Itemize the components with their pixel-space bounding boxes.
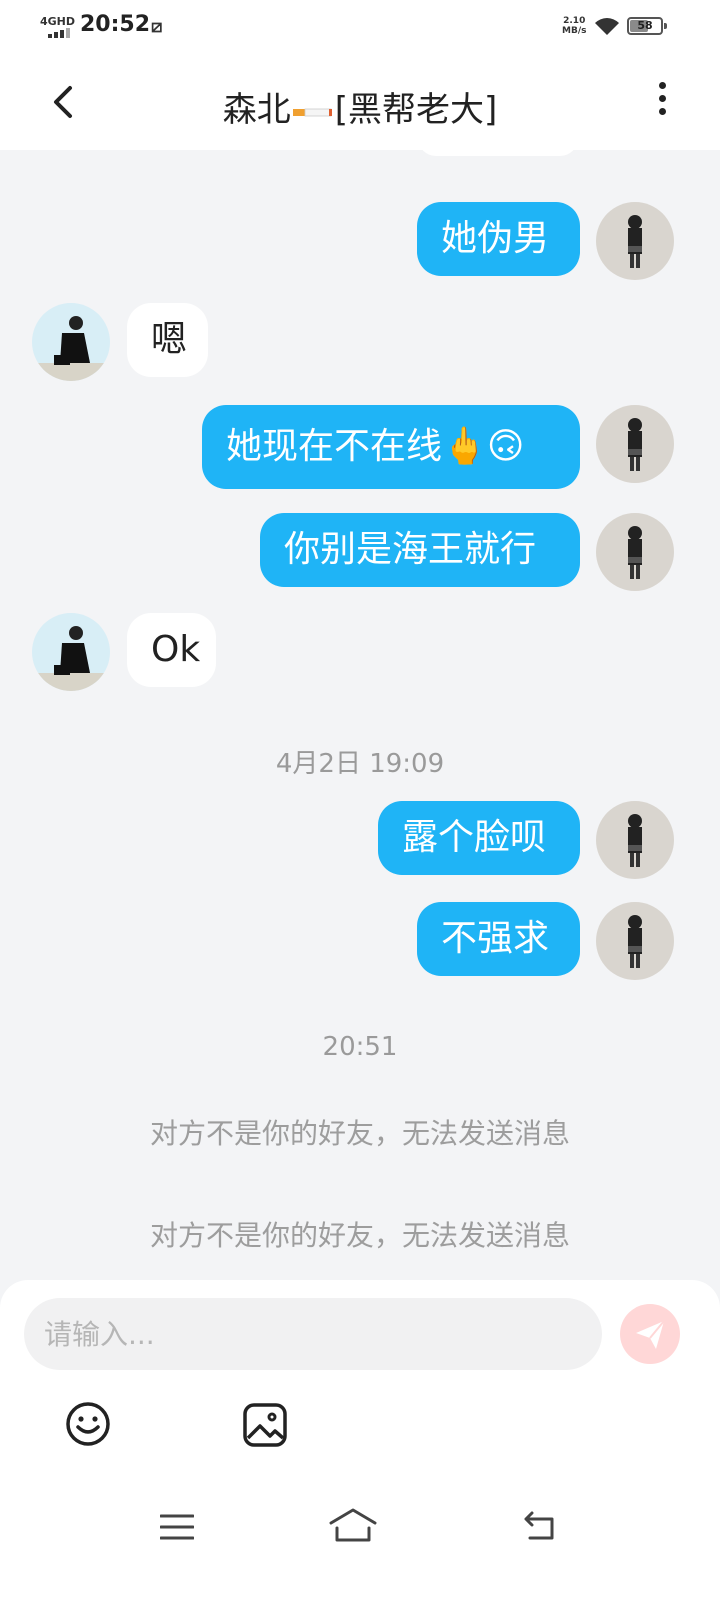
send-button[interactable] (620, 1304, 680, 1364)
send-icon (636, 1320, 665, 1349)
chat-header: 森北 [黑帮老大] (0, 56, 720, 150)
avatar-figure-icon (628, 418, 642, 471)
avatar-contact[interactable] (32, 613, 110, 691)
avatar-figure-icon (628, 814, 642, 867)
message-bubble-sent[interactable]: 你别是海王就行 (260, 513, 580, 587)
avatar-me[interactable] (596, 202, 674, 280)
avatar-me[interactable] (596, 513, 674, 591)
message-bubble-sent[interactable]: 不强求 (417, 902, 580, 976)
signal-bars-icon (48, 28, 70, 38)
image-icon[interactable] (242, 1402, 288, 1448)
avatar-me[interactable] (596, 405, 674, 483)
cigarette-icon (292, 108, 332, 116)
avatar-figure-icon (32, 626, 110, 691)
message-bubble-sent[interactable]: 她伪男 (417, 202, 580, 276)
message-bubble-sent[interactable]: 她现在不在线🖕🙃 (202, 405, 580, 489)
avatar-figure-icon (628, 215, 642, 268)
clock: 20:52 (80, 12, 151, 37)
system-notice: 对方不是你的好友，无法发送消息 (149, 1219, 570, 1252)
speed-value: 2.10 (563, 16, 586, 26)
message-bubble-sent[interactable]: 露个脸呗 (378, 801, 580, 875)
message-bubble-received[interactable]: 嗯 (127, 303, 208, 377)
emoji-icon[interactable] (64, 1400, 112, 1448)
avatar-me[interactable] (596, 801, 674, 879)
chat-title-tag: [黑帮老大] (334, 90, 498, 130)
more-vertical-icon[interactable] (652, 82, 672, 124)
wifi-icon (595, 18, 619, 35)
nav-back-icon[interactable] (520, 1510, 558, 1542)
avatar-contact[interactable] (32, 303, 110, 381)
nav-home-icon[interactable] (328, 1506, 378, 1544)
message-timestamp: 4月2日 19:09 (275, 749, 445, 779)
avatar-figure-icon (628, 915, 642, 968)
battery-icon: 58 (627, 17, 667, 35)
network-type: 4GHD (40, 15, 76, 28)
message-timestamp: 20:51 (322, 1032, 398, 1062)
speed-unit: MB/s (562, 26, 587, 36)
nav-menu-icon[interactable] (160, 1512, 194, 1542)
system-nav-bar (0, 1490, 720, 1570)
avatar-figure-icon (628, 526, 642, 579)
chat-title: 森北 [黑帮老大] (0, 82, 720, 131)
avatar-me[interactable] (596, 902, 674, 980)
chat-title-name: 森北 (222, 90, 291, 130)
message-bubble-received[interactable]: Ok (127, 613, 216, 687)
message-input[interactable] (24, 1298, 602, 1370)
avatar-figure-icon (32, 316, 110, 381)
screenshot-status-icon: ⧄ (151, 16, 163, 37)
battery-level: 58 (637, 19, 653, 32)
system-notice: 对方不是你的好友，无法发送消息 (149, 1117, 570, 1150)
status-bar: 4GHD 20:52 ⧄ 2.10 MB/s 58 (0, 0, 720, 56)
network-speed: 2.10 MB/s (562, 16, 586, 36)
